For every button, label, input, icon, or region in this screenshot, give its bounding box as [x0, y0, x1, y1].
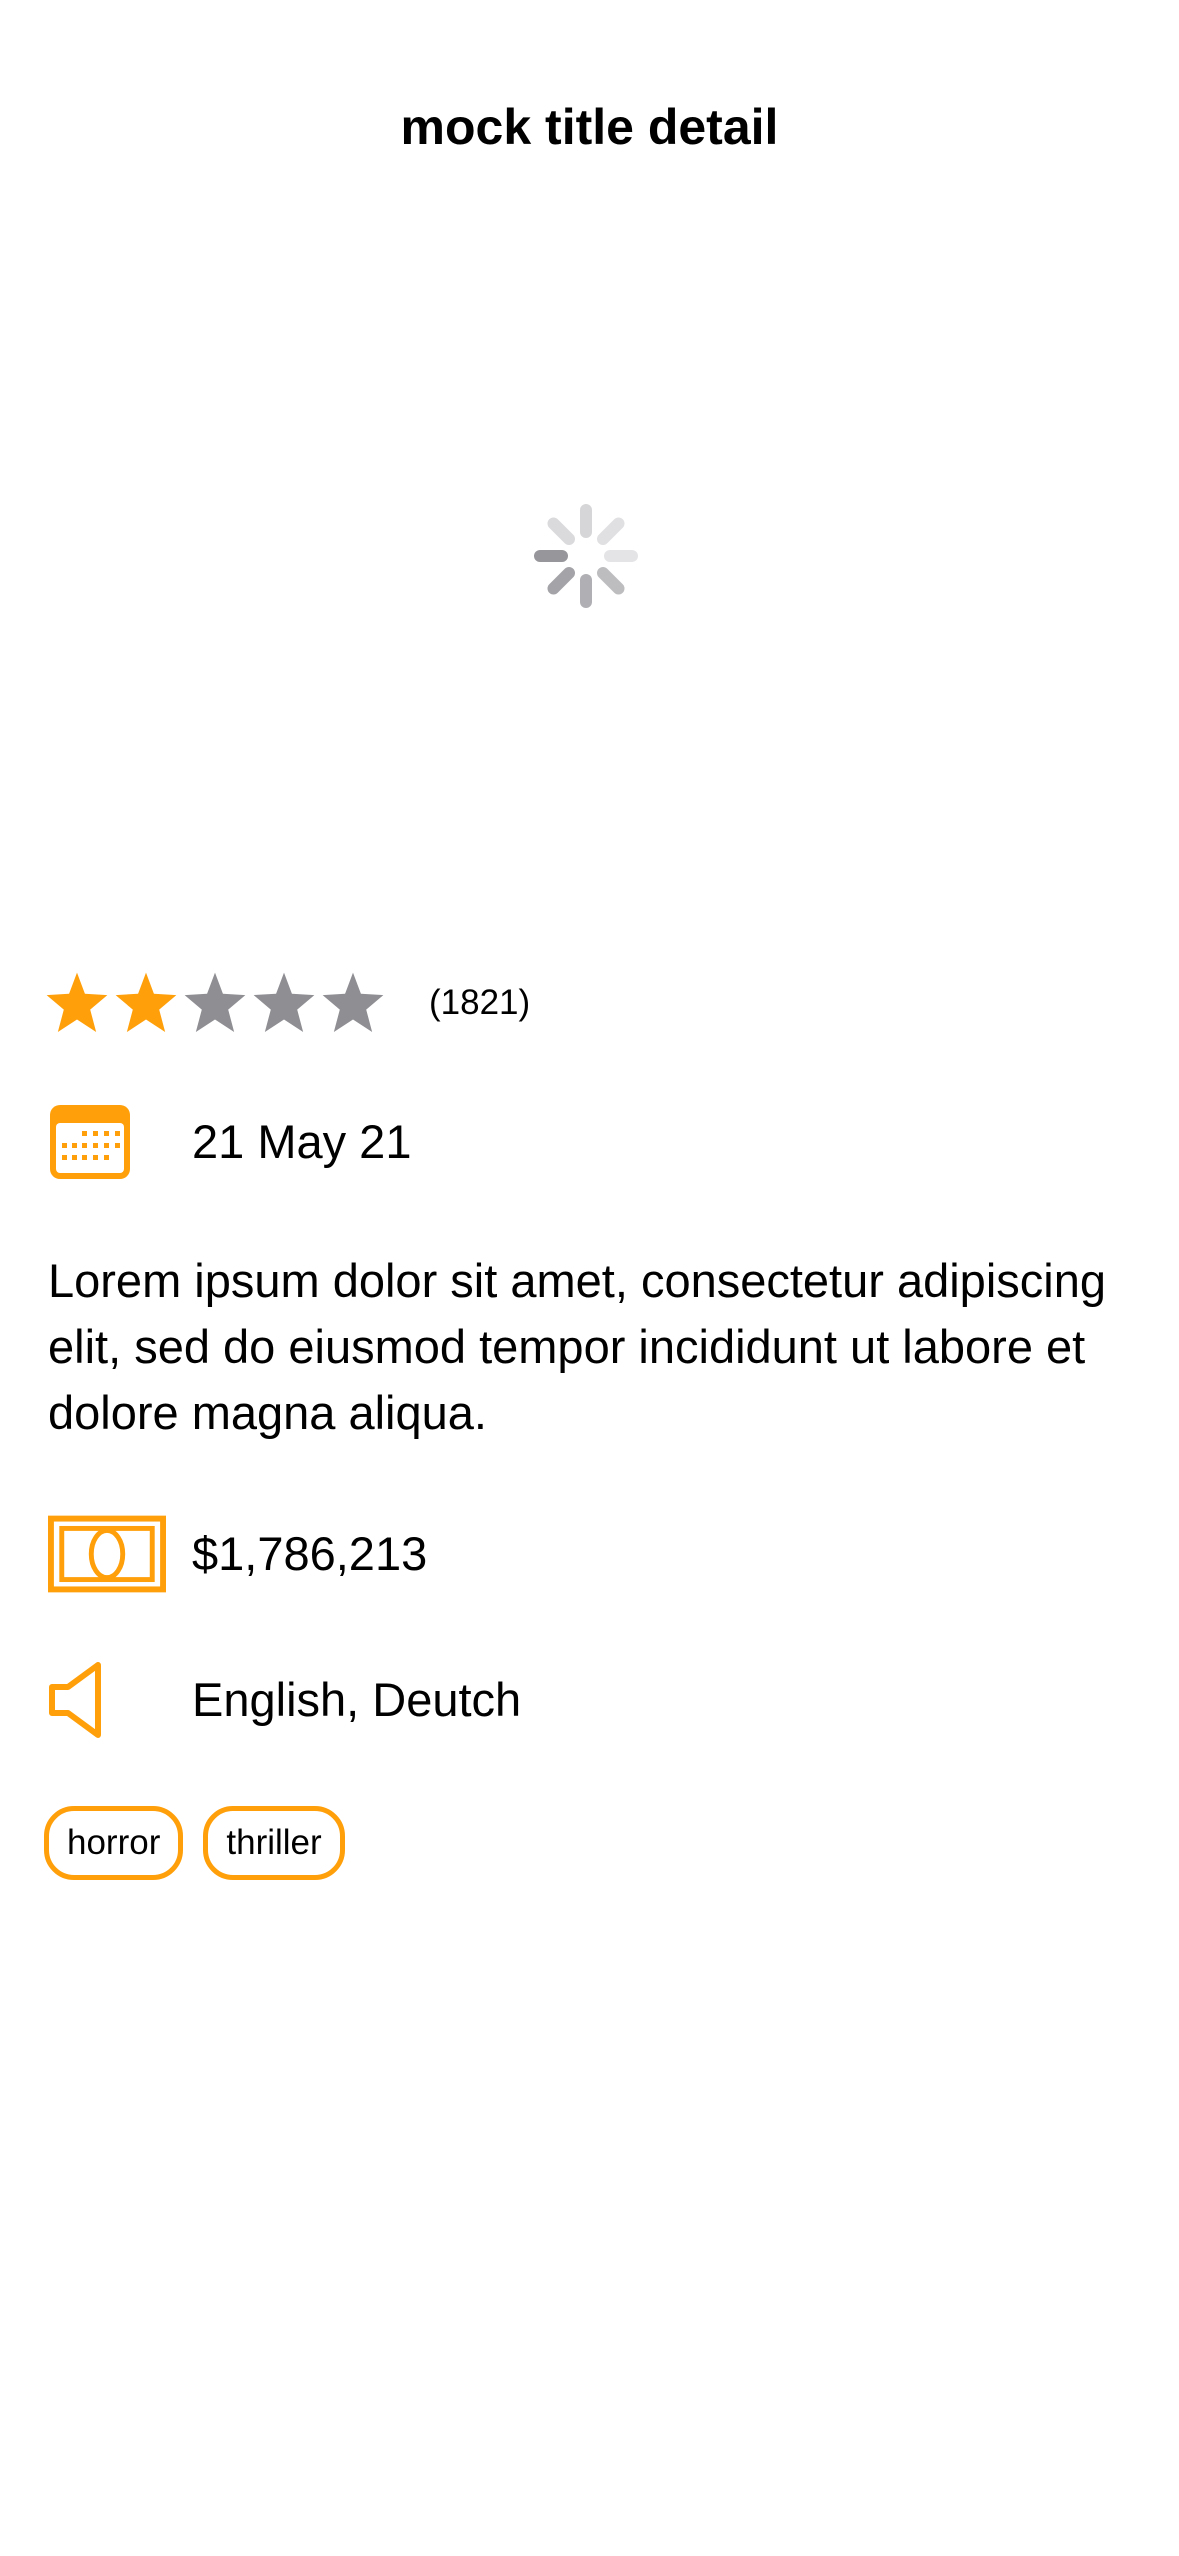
overview-text: Lorem ipsum dolor sit amet, consectetur …	[48, 1254, 1106, 1439]
languages-row: English, Deutch	[48, 1658, 521, 1742]
page-title: mock title detail	[400, 99, 779, 155]
languages-value: English, Deutch	[192, 1673, 522, 1726]
activity-spinner-icon	[534, 504, 638, 608]
banknote-icon	[48, 1515, 166, 1593]
star-empty-icon	[184, 972, 246, 1033]
star-empty-icon	[253, 972, 315, 1033]
star-filled-icon	[115, 972, 177, 1033]
rating-row: (1821)	[44, 968, 530, 1038]
budget-value: $1,786,213	[192, 1527, 428, 1580]
star-empty-icon	[322, 972, 384, 1033]
genre-tag[interactable]: thriller	[203, 1806, 345, 1880]
release-date: 21 May 21	[192, 1115, 412, 1168]
rating-count: (1821)	[429, 983, 531, 1022]
genre-tags: horror thriller	[44, 1806, 345, 1880]
speaker-icon	[49, 1662, 101, 1738]
genre-tag[interactable]: horror	[44, 1806, 184, 1880]
budget-row: $1,786,213	[48, 1512, 427, 1596]
star-rating	[44, 970, 389, 1036]
release-date-row: 21 May 21	[48, 1100, 411, 1184]
calendar-icon	[50, 1105, 130, 1179]
star-filled-icon	[46, 972, 108, 1033]
